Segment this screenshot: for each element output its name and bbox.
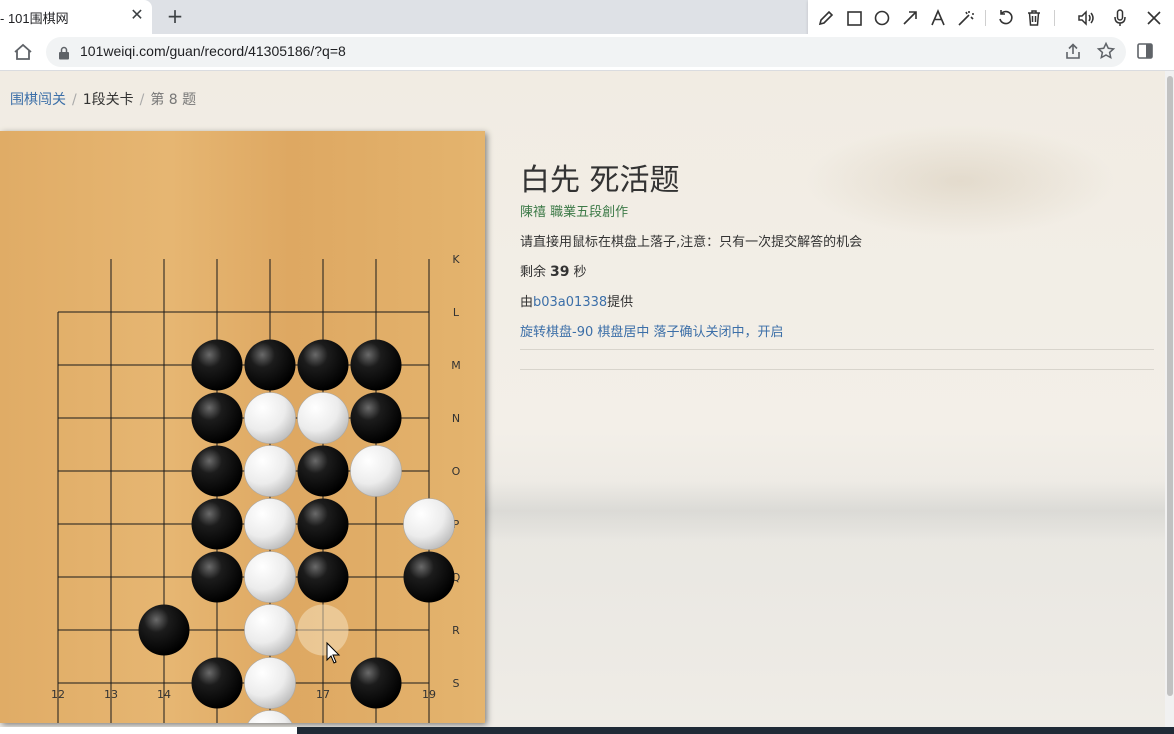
arrow-icon[interactable] xyxy=(900,8,920,28)
magic-wand-icon[interactable] xyxy=(956,8,976,28)
white-stone xyxy=(247,710,293,723)
page-content: 围棋闯关/1段关卡/第 8 题 1213141516171819KLMNOPQR… xyxy=(0,71,1165,727)
board-col-label: 12 xyxy=(51,688,65,701)
board-row-label: L xyxy=(453,306,460,319)
annotation-toolbar xyxy=(808,0,1174,36)
toolbar-separator xyxy=(985,10,986,26)
home-icon[interactable] xyxy=(12,42,34,62)
hover-stone-preview xyxy=(297,604,349,656)
microphone-icon[interactable] xyxy=(1110,8,1130,28)
breadcrumb-separator: / xyxy=(139,92,145,108)
white-stone xyxy=(244,657,296,709)
black-stone xyxy=(191,657,243,709)
new-tab-button[interactable]: + xyxy=(163,4,187,28)
black-stone xyxy=(403,551,455,603)
white-stone xyxy=(244,498,296,550)
black-stone xyxy=(191,392,243,444)
timer-prefix: 剩余 xyxy=(520,265,547,280)
board-col-label: 17 xyxy=(316,688,330,701)
go-board[interactable]: 1213141516171819KLMNOPQRST xyxy=(0,131,485,723)
white-stone xyxy=(244,445,296,497)
board-row-label: O xyxy=(452,465,461,478)
breadcrumb-link-level[interactable]: 1段关卡 xyxy=(83,92,134,108)
board-row-label: S xyxy=(453,677,460,690)
black-stone xyxy=(350,657,402,709)
problem-instruction: 请直接用鼠标在棋盘上落子,注意：只有一次提交解答的机会 xyxy=(520,235,863,250)
breadcrumb-current: 第 8 题 xyxy=(150,92,197,108)
board-actions: 旋转棋盘-90 棋盘居中 落子确认关闭中，开启 xyxy=(520,321,784,340)
address-bar: 101weiqi.com/guan/record/41305186/?q=8 xyxy=(0,34,1174,71)
problem-title: 白先 死活题 xyxy=(520,163,680,198)
share-icon[interactable] xyxy=(1064,42,1082,60)
black-stone xyxy=(191,551,243,603)
background-mist xyxy=(480,481,1165,541)
board-col-label: 14 xyxy=(157,688,171,701)
black-stone xyxy=(297,498,349,550)
circle-icon[interactable] xyxy=(872,8,892,28)
problem-author[interactable]: 陳禧 職業五段創作 xyxy=(520,201,628,220)
provider-suffix: 提供 xyxy=(607,295,634,310)
browser-tab[interactable]: - 101围棋网 ✕ xyxy=(0,0,152,34)
timer-value: 39 xyxy=(550,264,570,280)
white-stone xyxy=(350,445,402,497)
trash-icon[interactable] xyxy=(1024,8,1044,28)
tab-title: - 101围棋网 xyxy=(0,11,69,26)
white-stone xyxy=(403,498,455,550)
timer-suffix: 秒 xyxy=(573,265,587,280)
black-stone xyxy=(297,551,349,603)
black-stone xyxy=(191,498,243,550)
board-row-label: N xyxy=(452,412,460,425)
white-stone xyxy=(244,392,296,444)
move-confirm-toggle[interactable]: 落子确认关闭中，开启 xyxy=(654,325,784,340)
url-field[interactable]: 101weiqi.com/guan/record/41305186/?q=8 xyxy=(46,37,1126,67)
rotate-board-link[interactable]: 旋转棋盘-90 xyxy=(520,325,593,340)
board-col-label: 19 xyxy=(422,688,436,701)
white-stone xyxy=(244,604,296,656)
close-tab-icon[interactable]: ✕ xyxy=(128,6,146,24)
provider-prefix: 由 xyxy=(520,295,534,310)
breadcrumb: 围棋闯关 / 1段关卡 / 第 8 题 xyxy=(10,89,196,109)
black-stone xyxy=(350,339,402,391)
board-col-label: 13 xyxy=(104,688,118,701)
white-stone xyxy=(297,392,349,444)
black-stone xyxy=(244,339,296,391)
bookmark-star-icon[interactable] xyxy=(1096,41,1116,61)
lock-icon[interactable] xyxy=(58,45,70,60)
close-icon[interactable] xyxy=(1144,8,1164,28)
toolbar-separator xyxy=(1054,10,1055,26)
board-row-label: K xyxy=(452,253,460,266)
side-panel-icon[interactable] xyxy=(1136,42,1154,60)
center-board-link[interactable]: 棋盘居中 xyxy=(597,325,649,340)
black-stone xyxy=(297,445,349,497)
countdown-timer: 剩余 39 秒 xyxy=(520,261,587,280)
breadcrumb-link-home[interactable]: 围棋闯关 xyxy=(10,92,66,108)
divider xyxy=(520,369,1154,370)
speaker-icon[interactable] xyxy=(1076,8,1096,28)
black-stone xyxy=(297,339,349,391)
provider-line: 由b03a01338提供 xyxy=(520,291,633,310)
go-board-canvas[interactable]: 1213141516171819KLMNOPQRST xyxy=(0,131,485,723)
black-stone xyxy=(350,392,402,444)
provider-user-link[interactable]: b03a01338 xyxy=(533,295,607,310)
scrollbar-thumb[interactable] xyxy=(1167,76,1173,696)
breadcrumb-separator: / xyxy=(72,92,77,108)
white-stone xyxy=(244,551,296,603)
divider xyxy=(520,349,1154,350)
text-icon[interactable] xyxy=(928,8,948,28)
board-row-label: M xyxy=(451,359,461,372)
pencil-icon[interactable] xyxy=(816,8,836,28)
undo-icon[interactable] xyxy=(996,8,1016,28)
board-row-label: R xyxy=(452,624,460,637)
taskbar-edge xyxy=(297,727,1174,734)
url-text: 101weiqi.com/guan/record/41305186/?q=8 xyxy=(80,43,346,59)
rectangle-icon[interactable] xyxy=(844,8,864,28)
black-stone xyxy=(191,445,243,497)
black-stone xyxy=(191,339,243,391)
black-stone xyxy=(138,604,190,656)
